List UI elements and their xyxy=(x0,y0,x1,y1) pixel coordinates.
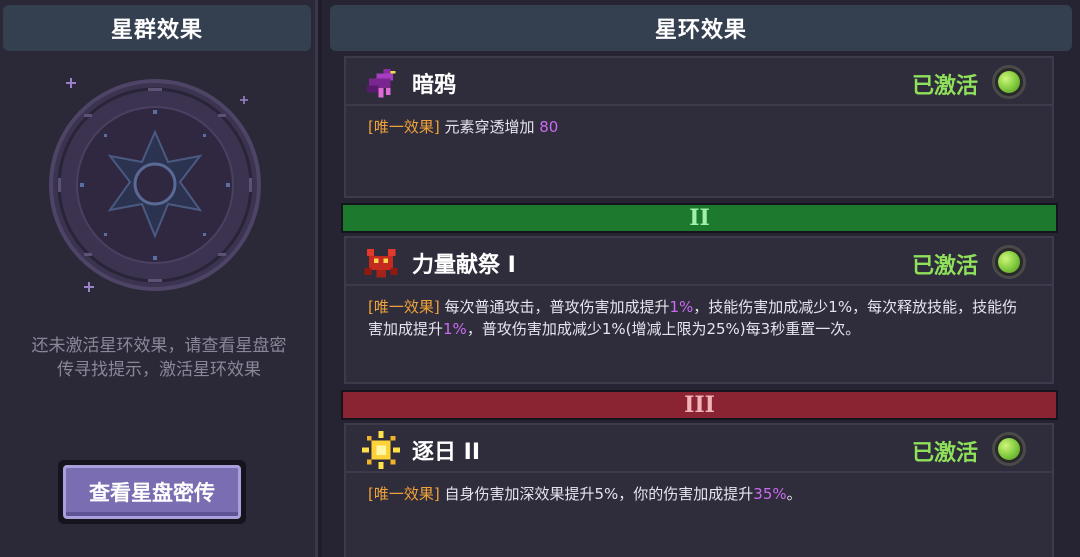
ring-effect-card-crow: 暗鸦 已激活 [唯一效果] 元素穿透增加 80 xyxy=(344,56,1054,198)
ring-effect-card-power-sacrifice: 力量献祭 I 已激活 [唯一效果] 每次普通攻击，普攻伤害加成提升1%，技能伤害… xyxy=(344,236,1054,384)
ring-effect-card-sun-chase: 逐日 II 已激活 [唯一效果] 自身伤害加深效果提升5%，你的伤害加成提升35… xyxy=(344,423,1054,557)
crow-icon xyxy=(366,68,396,98)
hint-line-2: 传寻找提示，激活星环效果 xyxy=(57,360,261,380)
activation-hint: 还未激活星环效果，请查看星盘密 传寻找提示，激活星环效果 xyxy=(0,334,318,382)
view-star-disk-secrets-button[interactable]: 查看星盘密传 xyxy=(58,460,246,524)
view-star-disk-secrets-label: 查看星盘密传 xyxy=(63,465,241,519)
value-highlight: 1% xyxy=(443,320,467,338)
value-highlight: 80 xyxy=(539,118,559,136)
sparkle-icon xyxy=(84,282,94,292)
unique-effect-tag: [唯一效果] xyxy=(368,118,440,136)
active-orb-icon xyxy=(992,245,1026,279)
card-header: 暗鸦 已激活 xyxy=(346,58,1052,106)
star-cluster-panel: 星群效果 还未激活星环效果，请查看星盘密 传寻找提示，激活星环效果 查看星盘密传 xyxy=(0,0,318,557)
unique-effect-tag: [唯一效果] xyxy=(368,485,440,503)
sparkle-icon xyxy=(240,96,248,104)
active-orb-icon xyxy=(992,65,1026,99)
effect-description: [唯一效果] 自身伤害加深效果提升5%，你的伤害加成提升35%。 xyxy=(368,485,802,503)
sun-icon xyxy=(362,431,400,469)
demon-crab-icon xyxy=(364,248,398,278)
status-label: 已激活 xyxy=(911,441,978,466)
effect-name: 力量献祭 I xyxy=(412,253,516,278)
effect-description: [唯一效果] 每次普通攻击，普攻伤害加成提升1%，技能伤害加成减少1%，每次释放… xyxy=(368,298,1018,338)
value-highlight: 1% xyxy=(669,298,694,316)
unique-effect-tag: [唯一效果] xyxy=(368,298,440,316)
card-header: 力量献祭 I 已激活 xyxy=(346,238,1052,286)
star-cluster-title: 星群效果 xyxy=(3,5,311,51)
star-disk-icon xyxy=(49,79,261,291)
status-label: 已激活 xyxy=(911,254,978,279)
tier-3-divider: III xyxy=(341,390,1058,420)
tier-2-divider: II xyxy=(341,203,1058,233)
hint-line-1: 还未激活星环效果，请查看星盘密 xyxy=(31,336,287,356)
status-label: 已激活 xyxy=(911,74,978,99)
card-header: 逐日 II 已激活 xyxy=(346,425,1052,473)
effect-name: 暗鸦 xyxy=(412,73,457,98)
effect-description: [唯一效果] 元素穿透增加 80 xyxy=(368,118,559,136)
effect-name: 逐日 II xyxy=(412,440,481,465)
value-highlight: 35% xyxy=(753,485,787,503)
active-orb-icon xyxy=(992,432,1026,466)
star-ring-title: 星环效果 xyxy=(330,5,1072,51)
sparkle-icon xyxy=(66,78,76,88)
